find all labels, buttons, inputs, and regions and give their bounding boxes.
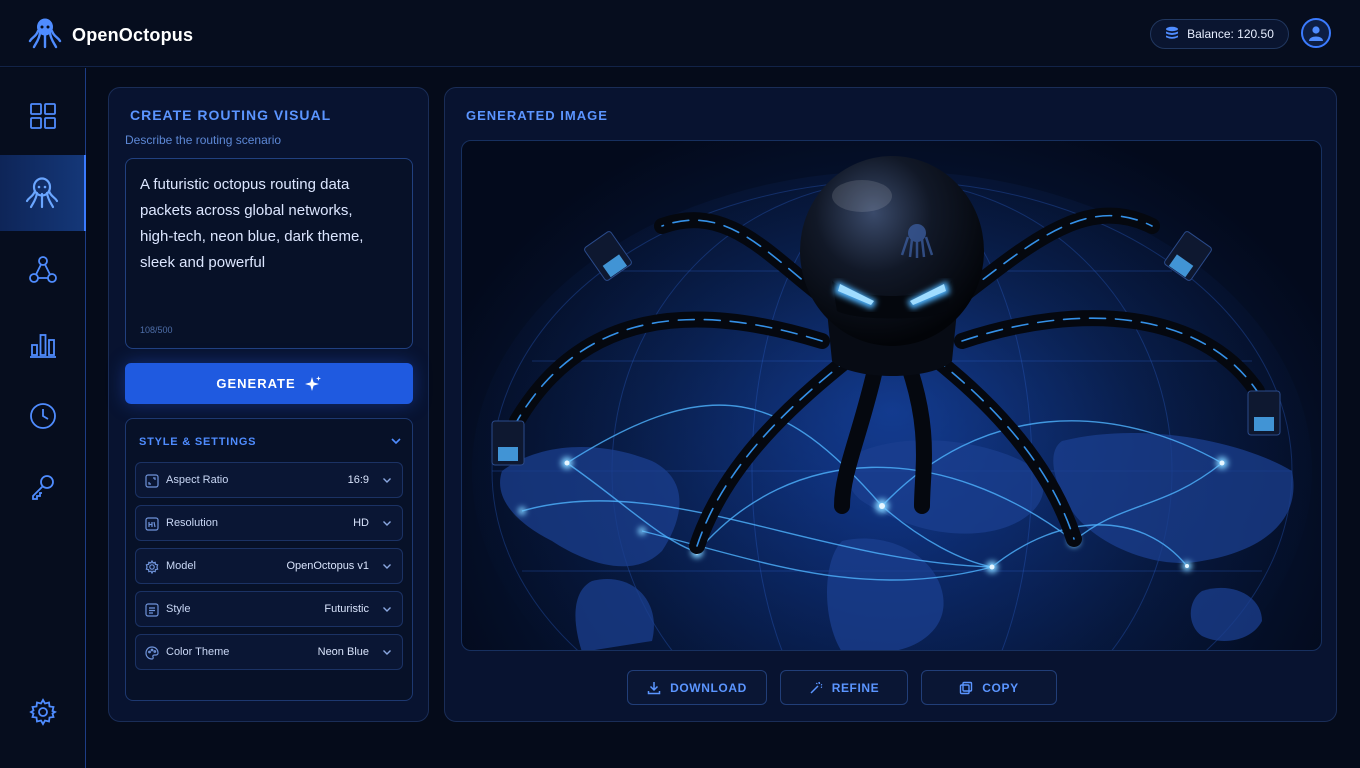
top-bar: OpenOctopus Balance: 120.50	[0, 0, 1360, 67]
style-icon	[145, 603, 159, 617]
octopus-logo-icon	[28, 17, 62, 54]
chevron-down-icon[interactable]	[390, 435, 402, 447]
generate-button[interactable]: GENERATE	[125, 363, 413, 404]
dashboard-grid-icon	[30, 103, 56, 129]
refine-label: REFINE	[831, 680, 880, 695]
generate-label: GENERATE	[216, 376, 296, 391]
chevron-down-icon	[383, 650, 391, 655]
settings-title: STYLE & SETTINGS	[139, 436, 257, 448]
output-title: GENERATED IMAGE	[466, 108, 608, 123]
setting-resolution[interactable]: Resolution HD	[135, 505, 403, 541]
bar-chart-icon	[30, 334, 56, 358]
setting-value: Futuristic	[324, 603, 369, 615]
setting-value: HD	[353, 517, 369, 529]
chevron-down-icon	[383, 521, 391, 526]
sidebar-item-settings[interactable]	[0, 674, 86, 750]
brand[interactable]: OpenOctopus	[28, 17, 193, 54]
octopus-router-illustration	[472, 156, 1312, 650]
prompt-text[interactable]: A futuristic octopus routing data packet…	[140, 172, 390, 276]
user-icon	[1309, 26, 1323, 41]
sidebar-item-analytics[interactable]	[0, 306, 86, 382]
sidebar-item-keys[interactable]	[0, 449, 86, 525]
setting-label: Model	[166, 560, 196, 572]
download-button[interactable]: DOWNLOAD	[627, 670, 767, 705]
aspect-ratio-icon	[145, 474, 159, 488]
download-icon	[647, 681, 661, 694]
setting-value: 16:9	[347, 474, 369, 486]
chevron-down-icon	[383, 478, 391, 483]
copy-label: COPY	[982, 680, 1019, 695]
setting-label: Aspect Ratio	[166, 474, 229, 486]
setting-model[interactable]: Model OpenOctopus v1	[135, 548, 403, 584]
resolution-icon	[145, 517, 159, 531]
clock-icon	[30, 403, 56, 429]
create-panel: CREATE ROUTING VISUAL Describe the routi…	[108, 87, 429, 722]
sidebar-item-history[interactable]	[0, 378, 86, 454]
copy-button[interactable]: COPY	[921, 670, 1057, 705]
octopus-icon	[25, 177, 59, 209]
palette-icon	[145, 646, 159, 660]
key-icon	[32, 475, 54, 500]
setting-label: Style	[166, 603, 191, 615]
create-title: CREATE ROUTING VISUAL	[130, 107, 332, 123]
download-label: DOWNLOAD	[670, 680, 747, 695]
user-avatar[interactable]	[1301, 18, 1331, 48]
copy-icon	[960, 681, 973, 694]
setting-value: OpenOctopus v1	[286, 560, 369, 572]
output-panel: GENERATED IMAGE DOWNLOAD REFINE COPY	[444, 87, 1337, 722]
network-nodes-icon	[29, 256, 57, 283]
setting-label: Color Theme	[166, 646, 230, 658]
setting-aspect-ratio[interactable]: Aspect Ratio 16:9	[135, 462, 403, 498]
balance-badge[interactable]: Balance: 120.50	[1150, 19, 1289, 49]
generated-image[interactable]	[461, 140, 1322, 651]
chevron-down-icon	[383, 564, 391, 569]
setting-style[interactable]: Style Futuristic	[135, 591, 403, 627]
sparkle-icon	[304, 375, 321, 391]
sidebar	[0, 68, 86, 768]
prompt-label: Describe the routing scenario	[125, 133, 282, 147]
balance-text: Balance: 120.50	[1187, 27, 1274, 41]
app-name: OpenOctopus	[72, 25, 194, 45]
char-counter: 108/500	[140, 325, 173, 335]
sidebar-item-dashboard[interactable]	[0, 78, 86, 154]
style-settings-section: STYLE & SETTINGS Aspect Ratio 16:9 Resol…	[125, 418, 413, 701]
sidebar-item-octopus[interactable]	[0, 155, 86, 231]
refine-button[interactable]: REFINE	[780, 670, 908, 705]
chevron-down-icon	[383, 607, 391, 612]
model-gear-icon	[145, 560, 159, 574]
prompt-input[interactable]: A futuristic octopus routing data packet…	[125, 158, 413, 349]
sidebar-item-network[interactable]	[0, 232, 86, 308]
magic-wand-icon	[810, 681, 823, 694]
setting-value: Neon Blue	[317, 646, 369, 658]
setting-color-theme[interactable]: Color Theme Neon Blue	[135, 634, 403, 670]
coins-icon	[1165, 26, 1179, 43]
gear-icon	[29, 698, 57, 726]
setting-label: Resolution	[166, 517, 218, 529]
